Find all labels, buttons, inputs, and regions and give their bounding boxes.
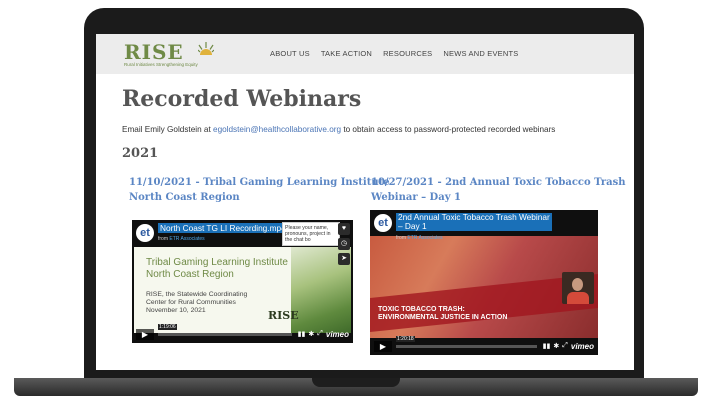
video-player-2[interactable]: TOXIC TOBACCO TRASH: ENVIRONMENTAL JUSTI… xyxy=(370,210,598,355)
laptop-notch xyxy=(312,378,400,387)
year-heading: 2021 xyxy=(122,146,159,161)
volume-icon[interactable]: ▮▮ xyxy=(543,342,551,350)
video-2-time: 1:20:18 xyxy=(396,335,415,342)
from-name[interactable]: ETR Associates xyxy=(169,236,204,242)
vimeo-logo[interactable]: vimeo xyxy=(326,330,349,339)
player-icons: ▮▮ ✱ ⤢ xyxy=(543,342,568,350)
email-prefix: Email Emily Goldstein at xyxy=(122,125,214,134)
logo-text: RISE xyxy=(124,40,184,64)
slide-1-subtitle: RISE, the Statewide Coordinating Center … xyxy=(146,291,247,315)
slide-2-text: TOXIC TOBACCO TRASH: ENVIRONMENTAL JUSTI… xyxy=(378,306,507,322)
webinar-1-heading[interactable]: 11/10/2021 - Tribal Gaming Learning Inst… xyxy=(129,175,390,205)
from-label: from xyxy=(396,235,406,241)
webinar-2-heading-line1: 10/27/2021 - 2nd Annual Toxic Tobacco Tr… xyxy=(371,177,626,188)
video-1-thumbnail: Tribal Gaming Learning Institute North C… xyxy=(134,247,351,333)
page-title: Recorded Webinars xyxy=(122,86,362,112)
site-header: RISE Rural Initiatives Strengthening Equ… xyxy=(96,34,634,74)
slide-1-sub-line1: RISE, the Statewide Coordinating xyxy=(146,291,248,298)
video-1-controls: ▶ 1:19:06 ▮▮ ✱ ⤢ vimeo xyxy=(136,323,349,340)
share-send-icon[interactable]: ➤ xyxy=(338,253,350,265)
fullscreen-icon[interactable]: ⤢ xyxy=(317,330,323,338)
browser-screen: RISE Rural Initiatives Strengthening Equ… xyxy=(96,34,634,370)
etr-badge-icon[interactable]: et xyxy=(374,214,392,232)
progress-bar[interactable]: 1:19:06 xyxy=(158,323,292,336)
video-1-title[interactable]: North Coast TG LI Recording.mp4 xyxy=(158,223,288,233)
slide-2-text-line1: TOXIC TOBACCO TRASH: xyxy=(378,306,465,313)
sunrise-icon xyxy=(198,42,214,55)
video-2-thumbnail: TOXIC TOBACCO TRASH: ENVIRONMENTAL JUSTI… xyxy=(370,236,598,338)
video-2-title[interactable]: 2nd Annual Toxic Tobacco Trash Webinar –… xyxy=(396,213,552,231)
presenter-body xyxy=(567,292,589,304)
slide-1-sub-line2: Center for Rural Communities xyxy=(146,299,236,306)
slide-1-sub-line3: November 10, 2021 xyxy=(146,307,206,314)
settings-gear-icon[interactable]: ✱ xyxy=(553,342,559,350)
webinar-1-heading-line2: North Coast Region xyxy=(129,192,240,203)
presenter-face xyxy=(572,278,583,291)
slide-2-text-line2: ENVIRONMENTAL JUSTICE IN ACTION xyxy=(378,314,508,321)
logo-tagline: Rural Initiatives Strengthening Equity xyxy=(124,62,198,67)
nav-take-action[interactable]: TAKE ACTION xyxy=(321,49,372,58)
video-2-controls: ▶ 1:20:18 ▮▮ ✱ ⤢ vimeo xyxy=(374,335,594,352)
video-2-title-line2: – Day 1 xyxy=(398,221,427,231)
video-2-from: from ETR Associates xyxy=(396,235,443,241)
email-suffix: to obtain access to password-protected r… xyxy=(341,125,556,134)
email-link[interactable]: egoldstein@healthcollaborative.org xyxy=(213,125,341,134)
play-icon[interactable]: ▶ xyxy=(136,328,154,340)
progress-bar[interactable]: 1:20:18 xyxy=(396,335,537,348)
video-1-from: from ETR Associates xyxy=(158,236,205,242)
etr-badge-icon[interactable]: et xyxy=(136,224,154,242)
nav-news-and-events[interactable]: NEWS AND EVENTS xyxy=(443,49,518,58)
nav-resources[interactable]: RESOURCES xyxy=(383,49,432,58)
vimeo-logo[interactable]: vimeo xyxy=(571,342,594,351)
video-1-time: 1:19:06 xyxy=(158,323,177,330)
main-nav: ABOUT US TAKE ACTION RESOURCES NEWS AND … xyxy=(270,49,518,58)
video-1-side-buttons: ♥ ◷ ➤ xyxy=(338,223,350,265)
play-icon[interactable]: ▶ xyxy=(374,340,392,352)
webinar-1-heading-line1: 11/10/2021 - Tribal Gaming Learning Inst… xyxy=(129,177,390,188)
webinar-2-heading[interactable]: 10/27/2021 - 2nd Annual Toxic Tobacco Tr… xyxy=(371,175,626,205)
presenter-webcam xyxy=(562,272,594,304)
email-instructions: Email Emily Goldstein at egoldstein@heal… xyxy=(122,125,555,134)
site-logo[interactable]: RISE Rural Initiatives Strengthening Equ… xyxy=(124,40,214,67)
slide-1-title: Tribal Gaming Learning Institute North C… xyxy=(146,257,288,281)
video-2-header: et 2nd Annual Toxic Tobacco Trash Webina… xyxy=(370,210,598,241)
watch-later-clock-icon[interactable]: ◷ xyxy=(338,238,350,250)
video-player-1[interactable]: Tribal Gaming Learning Institute North C… xyxy=(132,220,353,343)
settings-gear-icon[interactable]: ✱ xyxy=(308,330,314,338)
nav-about-us[interactable]: ABOUT US xyxy=(270,49,310,58)
slide-1-title-line1: Tribal Gaming Learning Institute xyxy=(146,257,288,268)
like-heart-icon[interactable]: ♥ xyxy=(338,223,350,235)
webinar-2-heading-line2: Webinar – Day 1 xyxy=(371,192,461,203)
slide-1-title-line2: North Coast Region xyxy=(146,269,234,280)
chat-tooltip: Please your name, pronouns, project in t… xyxy=(282,222,340,246)
player-icons: ▮▮ ✱ ⤢ xyxy=(298,330,323,338)
volume-icon[interactable]: ▮▮ xyxy=(298,330,306,338)
slide-1-logo: RISE xyxy=(268,309,299,322)
from-name[interactable]: ETR Associates xyxy=(407,235,442,241)
from-label: from xyxy=(158,236,168,242)
fullscreen-icon[interactable]: ⤢ xyxy=(562,342,568,350)
